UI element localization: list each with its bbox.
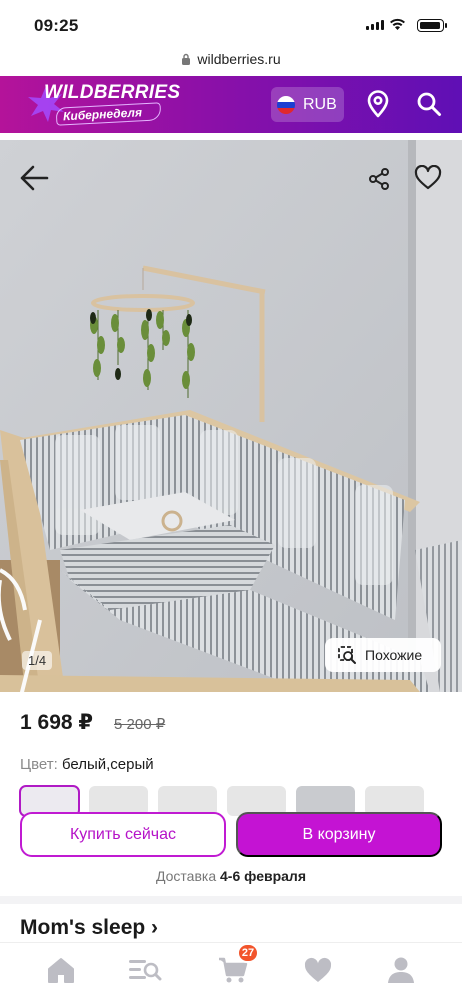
nav-favorites[interactable] — [301, 953, 335, 987]
search-icon[interactable] — [416, 91, 442, 117]
color-label: Цвет: — [20, 756, 58, 773]
heart-icon[interactable] — [414, 165, 442, 191]
similar-search-icon — [338, 646, 356, 664]
share-icon[interactable] — [367, 167, 391, 191]
location-pin-icon[interactable] — [366, 90, 390, 118]
status-time: 09:25 — [34, 16, 79, 35]
profile-icon — [388, 957, 414, 983]
similar-button[interactable]: Похожие — [325, 638, 441, 672]
chevron-right-icon: › — [151, 916, 159, 939]
address-bar[interactable]: wildberries.ru — [0, 44, 462, 74]
buy-now-button[interactable]: Купить сейчас — [20, 812, 226, 857]
delivery-dates: 4-6 февраля — [220, 868, 306, 884]
similar-label: Похожие — [365, 647, 423, 663]
back-arrow-icon[interactable] — [19, 164, 49, 192]
battery-icon — [417, 19, 447, 32]
crib-photo — [0, 140, 462, 692]
cellular-signal-icon — [366, 20, 384, 30]
russia-flag-icon — [277, 95, 295, 114]
color-info: Цвет: белый,серый — [20, 756, 154, 773]
currency-selector[interactable]: RUB — [271, 87, 344, 122]
image-counter: 1/4 — [22, 651, 53, 670]
logo-promo: Кибернеделя — [55, 102, 162, 126]
logo[interactable]: WILDBERRIES — [44, 82, 180, 104]
favorites-icon — [304, 957, 332, 982]
cart-badge: 27 — [237, 943, 259, 963]
url-text: wildberries.ru — [197, 51, 281, 67]
delivery-info: Доставка 4-6 февраля — [0, 868, 462, 884]
color-value: белый,серый — [61, 756, 154, 773]
nav-catalog[interactable] — [128, 953, 162, 987]
site-header: WILDBERRIES Кибернеделя RUB — [0, 76, 462, 133]
old-price: 5 200 ₽ — [114, 716, 166, 733]
currency-label: RUB — [303, 95, 337, 113]
brand-name: Mom's sleep — [20, 916, 146, 939]
brand-link[interactable]: Mom's sleep › — [20, 916, 158, 940]
nav-profile[interactable] — [384, 953, 418, 987]
home-icon — [48, 958, 74, 983]
nav-home[interactable] — [44, 953, 78, 987]
catalog-icon — [129, 960, 162, 981]
current-price: 1 698 ₽ — [20, 711, 93, 734]
product-image[interactable] — [0, 140, 462, 692]
lock-icon — [182, 53, 191, 65]
wifi-icon — [390, 18, 405, 30]
section-divider — [0, 896, 462, 904]
status-bar: 09:25 — [0, 0, 462, 40]
bottom-navigation — [0, 942, 462, 1000]
add-to-cart-button[interactable]: В корзину — [236, 812, 442, 857]
delivery-label: Доставка — [156, 868, 217, 884]
